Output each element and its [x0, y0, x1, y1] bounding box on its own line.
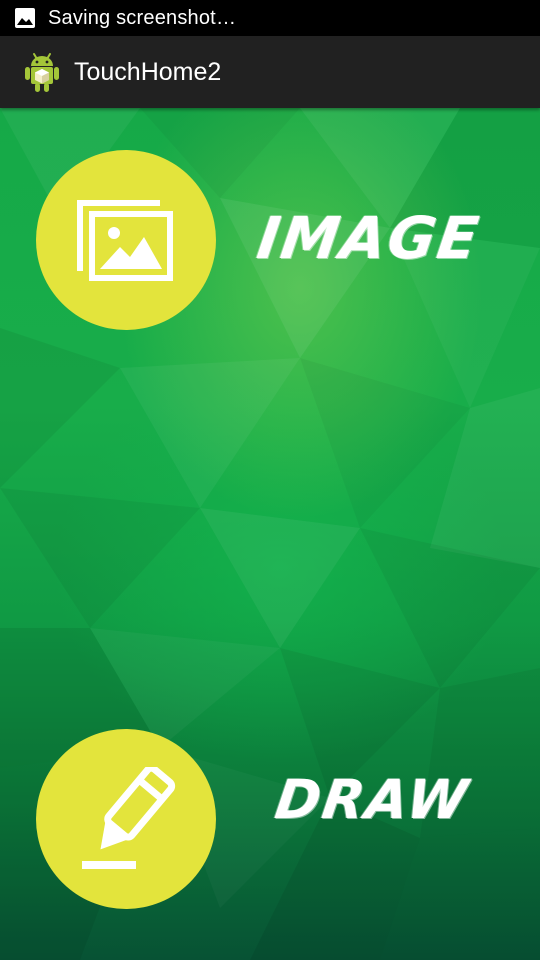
image-button[interactable] [36, 150, 216, 330]
action-bar: TouchHome2 [0, 36, 540, 108]
image-label[interactable]: IMAGE [253, 204, 484, 272]
pencil-icon [82, 767, 176, 869]
status-bar: Saving screenshot… [0, 0, 540, 36]
image-icon [14, 7, 36, 29]
app-screen: Saving screenshot… TouchHome2 IMAGE DRAW [0, 0, 540, 960]
status-text: Saving screenshot… [48, 6, 237, 29]
main-content: IMAGE DRAW [0, 108, 540, 960]
picture-gallery-icon [77, 200, 173, 281]
draw-label[interactable]: DRAW [272, 768, 474, 831]
draw-button[interactable] [36, 729, 216, 909]
app-title: TouchHome2 [74, 57, 222, 86]
android-icon [22, 51, 62, 93]
